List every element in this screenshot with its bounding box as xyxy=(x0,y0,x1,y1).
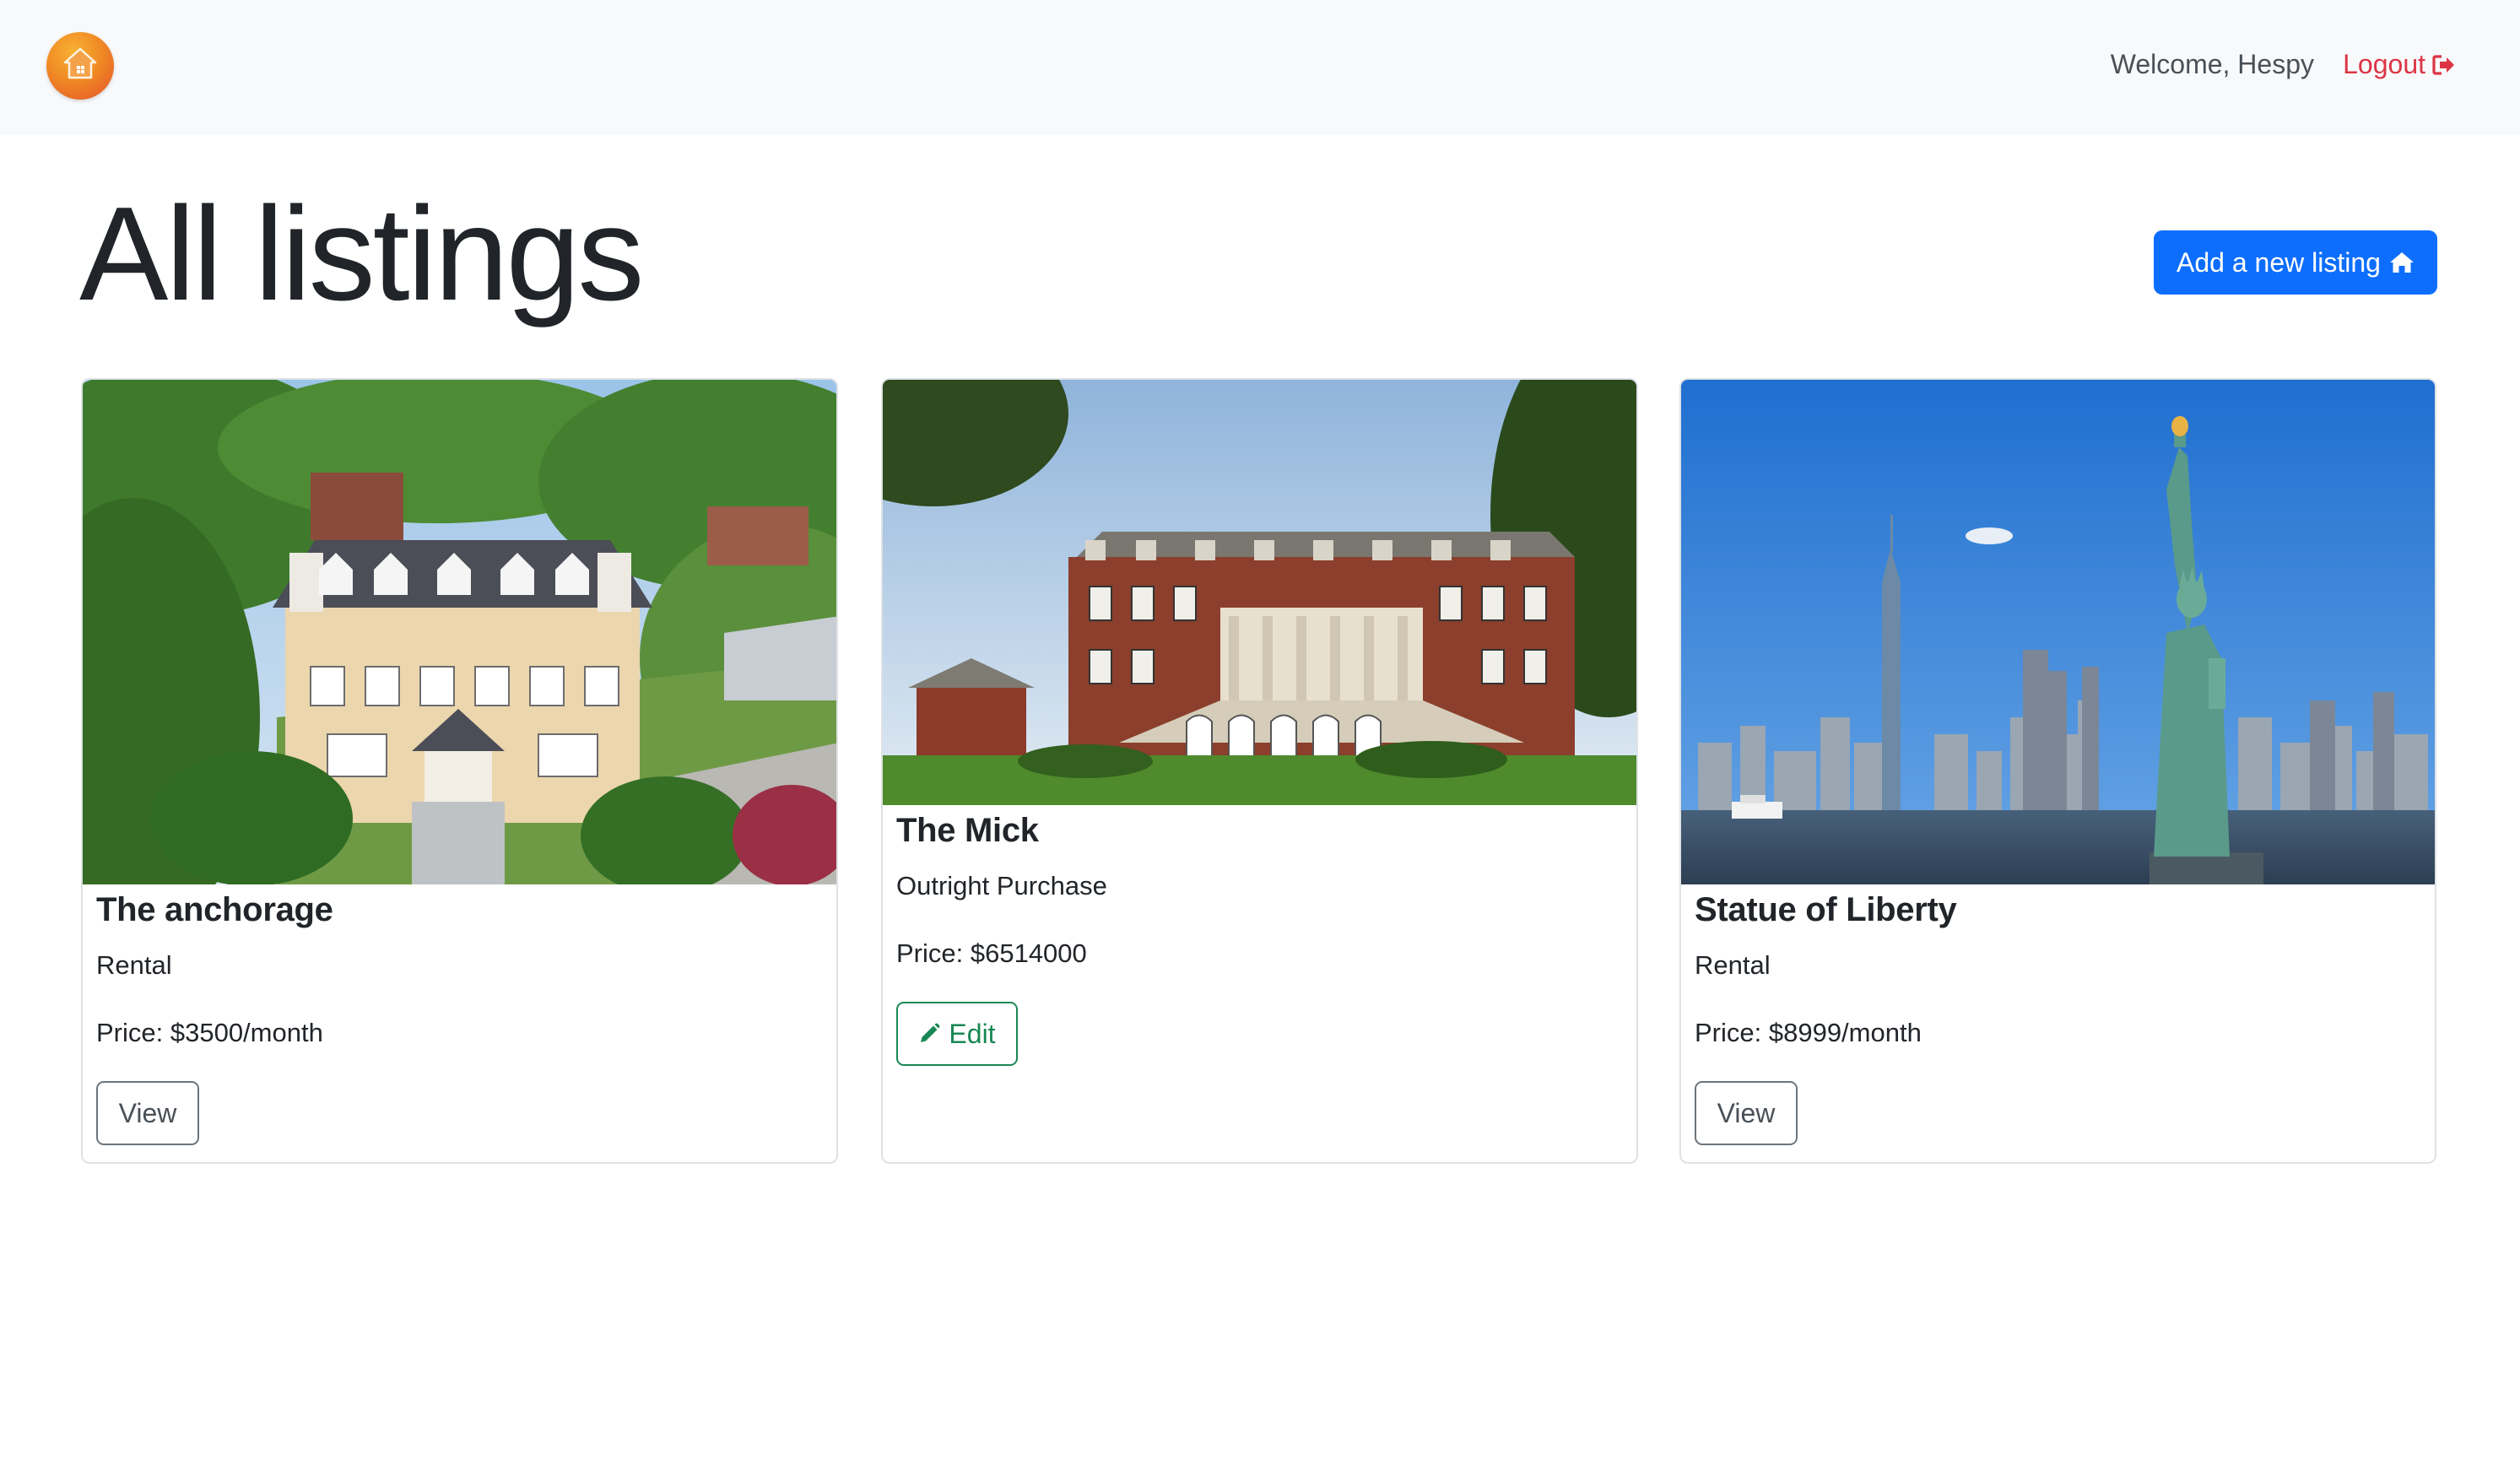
edit-label: Edit xyxy=(949,1018,996,1049)
listing-price: Price: $6514000 xyxy=(896,938,1087,968)
listing-title: Statue of Liberty xyxy=(1695,891,1957,928)
home-icon xyxy=(2389,252,2414,273)
pencil-icon xyxy=(921,1023,940,1042)
listing-price: Price: $3500/month xyxy=(96,1018,323,1047)
logout-label: Logout xyxy=(2343,49,2425,79)
listing-type: Outright Purchase xyxy=(896,871,1107,900)
view-button[interactable]: View xyxy=(96,1081,199,1145)
view-button[interactable]: View xyxy=(1695,1081,1798,1145)
listing-title: The Mick xyxy=(896,812,1039,849)
listing-image xyxy=(883,380,1636,805)
listing-image xyxy=(1681,380,2435,884)
listing-image xyxy=(83,380,836,884)
listing-type: Rental xyxy=(1695,950,1771,980)
listing-card: The anchorage Rental Price: $3500/month … xyxy=(81,378,838,1164)
page-title: All listings xyxy=(79,180,644,328)
listing-type: Rental xyxy=(96,950,172,980)
sign-out-icon xyxy=(2432,54,2454,75)
listing-price: Price: $8999/month xyxy=(1695,1018,1922,1047)
add-listing-button[interactable]: Add a new listing xyxy=(2154,230,2437,295)
welcome-text: Welcome, Hespy xyxy=(2110,49,2314,79)
add-listing-label: Add a new listing xyxy=(2177,246,2381,278)
listing-title: The anchorage xyxy=(96,891,333,928)
listing-card: The Mick Outright Purchase Price: $65140… xyxy=(881,378,1638,1164)
home-logo-icon[interactable] xyxy=(46,32,114,100)
edit-button[interactable]: Edit xyxy=(896,1002,1018,1066)
listing-card: Statue of Liberty Rental Price: $8999/mo… xyxy=(1679,378,2436,1164)
navbar: Welcome, Hespy Logout xyxy=(0,0,2520,135)
logout-link[interactable]: Logout xyxy=(2343,49,2456,80)
